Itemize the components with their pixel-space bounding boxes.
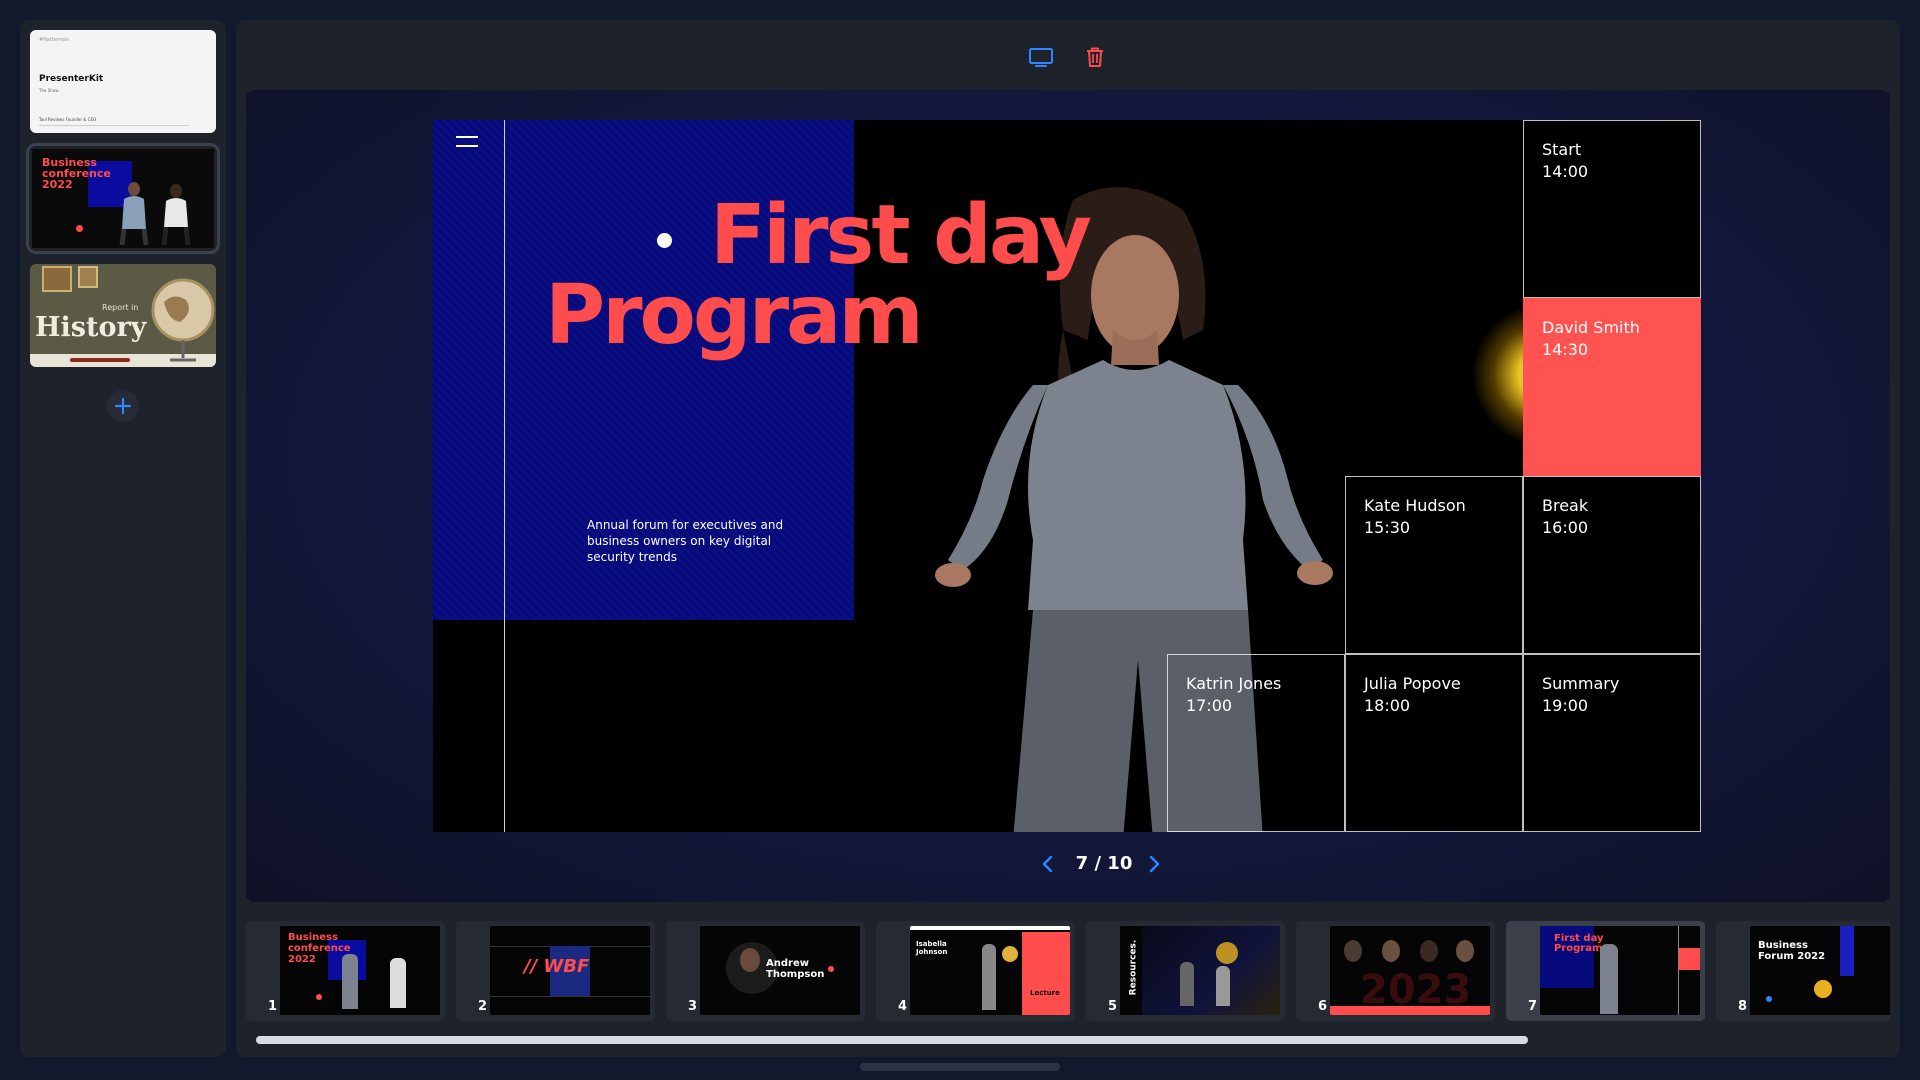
slide-number: 6 [1318, 999, 1328, 1014]
schedule-time: 18:00 [1364, 696, 1411, 715]
schedule-time: 15:30 [1364, 518, 1411, 537]
slide-thumbnail: Business conference 2022 [280, 926, 440, 1015]
chevron-left-icon [1042, 855, 1053, 873]
filmstrip-slide-7[interactable]: First day Program 7 [1506, 921, 1705, 1021]
thumbnail-text: // WBF [524, 956, 590, 977]
schedule-name: Julia Popove [1364, 674, 1461, 693]
deck-subtitle: The Shaw [39, 88, 59, 93]
slide-number: 8 [1738, 999, 1748, 1014]
schedule-cell: Start 14:00 [1523, 120, 1701, 298]
schedule-name: Start [1542, 140, 1582, 159]
schedule-time: 14:30 [1542, 340, 1589, 359]
thumbnail-text: Isabella Johnson [916, 940, 948, 956]
deck-title: History [35, 312, 147, 343]
schedule-time: 19:00 [1542, 696, 1589, 715]
slide-thumbnail: // WBF [490, 926, 650, 1015]
filmstrip-slide-6[interactable]: 2023 6 [1296, 921, 1495, 1021]
deck-thumb-history[interactable]: Report in History [30, 264, 216, 367]
schedule-time: 14:00 [1542, 162, 1589, 181]
add-deck-button[interactable] [107, 390, 139, 422]
menu-icon[interactable] [456, 136, 478, 150]
schedule-cell: Katrin Jones 17:00 [1167, 654, 1345, 832]
app-window: #Nattemals PresenterKit The Shaw Tool Re… [0, 0, 1920, 1080]
deck-tag: #Nattemals [39, 37, 69, 43]
slide-thumbnail: Resources. [1120, 926, 1280, 1015]
deck-thumb-business-conference[interactable]: Business conference 2022 [26, 143, 220, 254]
filmstrip-scrollbar[interactable] [256, 1036, 1528, 1044]
speakers-photo [119, 182, 191, 246]
bullet-dot [657, 233, 672, 248]
slide-thumbnail: Business Forum 2022 [1750, 926, 1890, 1015]
deck-sidebar: #Nattemals PresenterKit The Shaw Tool Re… [20, 20, 226, 1057]
schedule-name: David Smith [1542, 318, 1640, 337]
slide-number: 3 [688, 999, 698, 1014]
slide-number: 1 [268, 999, 278, 1014]
slide-number: 2 [478, 999, 488, 1014]
schedule-cell: Julia Popove 18:00 [1345, 654, 1523, 832]
slide-stage: First day Program Annual forum for execu… [246, 90, 1890, 902]
deck-thumb-presenterkit[interactable]: #Nattemals PresenterKit The Shaw Tool Re… [30, 30, 216, 133]
deck-footer: Tool Reviews Founder & CEO [39, 117, 97, 122]
slide-thumbnail: 2023 [1330, 926, 1490, 1015]
slide-thumbnail: Isabella Johnson Lecture [910, 926, 1070, 1015]
globe-icon [151, 278, 215, 362]
thumbnail-text: 2023 [1360, 967, 1472, 1013]
schedule-cell: Break 16:00 [1523, 476, 1701, 654]
filmstrip-slide-1[interactable]: Business conference 2022 1 [246, 921, 445, 1021]
schedule-name: Break [1542, 496, 1589, 515]
home-indicator [860, 1063, 1060, 1071]
deck-divider [39, 125, 189, 126]
slide-title-line2: Program [545, 268, 924, 363]
filmstrip-slide-5[interactable]: Resources. 5 [1086, 921, 1285, 1021]
plus-icon [114, 397, 132, 415]
present-button[interactable] [1026, 42, 1056, 72]
page-indicator: 7 / 10 [1075, 853, 1133, 874]
slide-thumbnail: Andrew Thompson [700, 926, 860, 1015]
trash-icon [1087, 47, 1103, 67]
slide-number: 4 [898, 999, 908, 1014]
slide-filmstrip: Business conference 2022 1 // WBF 2 Andr… [246, 921, 1890, 1021]
schedule-cell: Kate Hudson 15:30 [1345, 476, 1523, 654]
slide-pager: 7 / 10 [246, 850, 1890, 880]
filmstrip-slide-8[interactable]: Business Forum 2022 8 [1716, 921, 1890, 1021]
editor-panel: First day Program Annual forum for execu… [236, 20, 1900, 1057]
filmstrip-slide-2[interactable]: // WBF 2 [456, 921, 655, 1021]
schedule-name: Summary [1542, 674, 1620, 693]
slide-thumbnail: First day Program [1540, 926, 1700, 1015]
slide-number: 5 [1108, 999, 1118, 1014]
slide-number: 7 [1528, 999, 1538, 1014]
slide-description: Annual forum for executives and business… [587, 518, 784, 564]
monitor-icon [1029, 48, 1053, 67]
schedule-time: 16:00 [1542, 518, 1589, 537]
filmstrip-slide-4[interactable]: Isabella Johnson Lecture 4 [876, 921, 1075, 1021]
delete-slide-button[interactable] [1080, 42, 1110, 72]
divider-line [504, 120, 505, 832]
thumbnail-text: Lecture [1030, 989, 1060, 997]
toolbar [236, 20, 1900, 90]
thumbnail-text: Business Forum 2022 [1758, 940, 1826, 962]
schedule-name: Kate Hudson [1364, 496, 1466, 515]
schedule-name: Katrin Jones [1186, 674, 1282, 693]
prev-slide-button[interactable] [1036, 852, 1060, 876]
schedule-cell: Summary 19:00 [1523, 654, 1701, 832]
schedule-time: 17:00 [1186, 696, 1233, 715]
next-slide-button[interactable] [1142, 852, 1166, 876]
filmstrip-slide-3[interactable]: Andrew Thompson 3 [666, 921, 865, 1021]
thumbnail-text: Andrew Thompson [766, 958, 825, 980]
thumbnail-text: Resources. [1128, 939, 1139, 996]
schedule-cell-highlight: David Smith 14:30 [1523, 298, 1701, 476]
chevron-right-icon [1149, 855, 1160, 873]
slide-canvas: First day Program Annual forum for execu… [433, 120, 1701, 832]
deck-title: PresenterKit [39, 74, 104, 84]
